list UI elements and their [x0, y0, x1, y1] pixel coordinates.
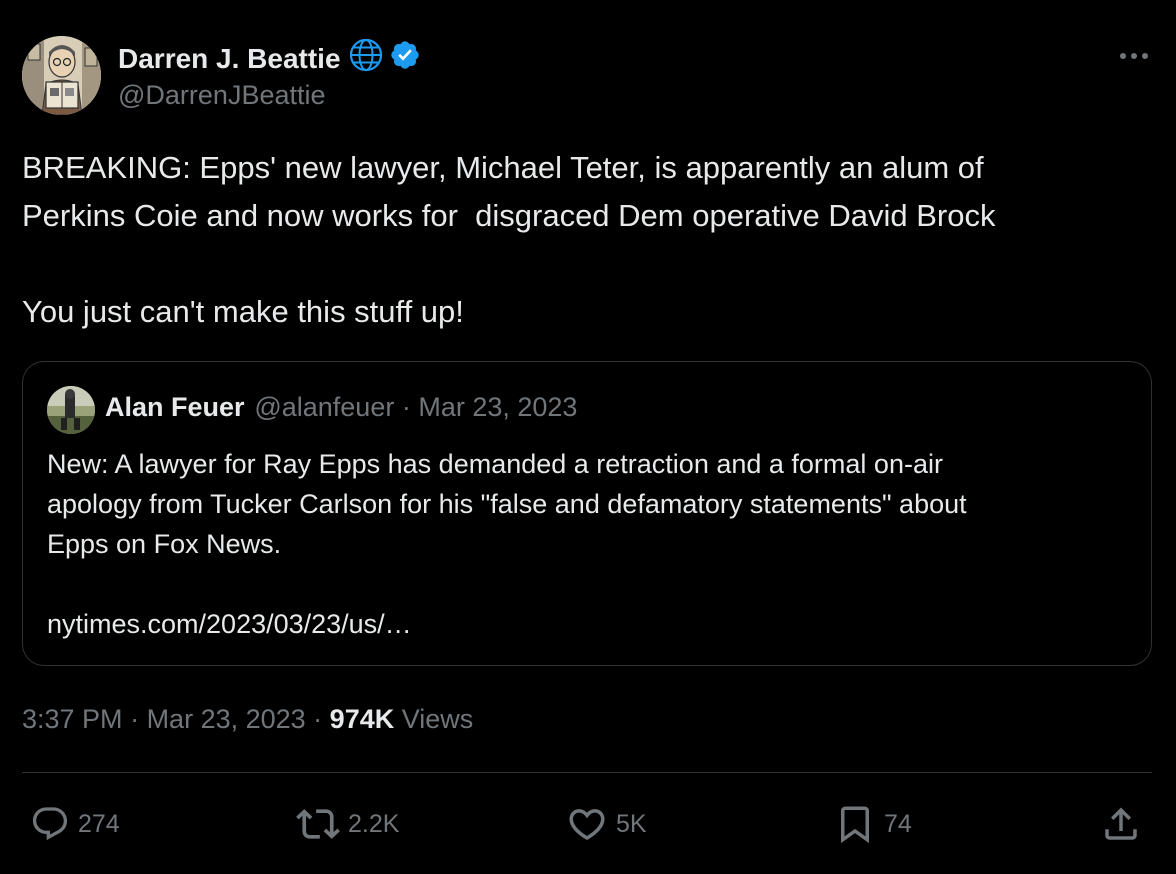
tweet-time[interactable]: 3:37 PM	[22, 704, 123, 734]
tweet-text: BREAKING: Epps' new lawyer, Michael Tete…	[22, 150, 996, 329]
author-handle[interactable]: @DarrenJBeattie	[118, 80, 326, 111]
reply-count: 274	[78, 809, 120, 838]
repost-icon	[296, 809, 340, 839]
globe-icon	[349, 38, 383, 79]
share-icon	[1105, 807, 1137, 840]
quoted-tweet-date[interactable]: Mar 23, 2023	[418, 392, 577, 422]
like-button[interactable]: 5K	[566, 796, 647, 852]
author-name[interactable]: Darren J. Beattie	[118, 43, 341, 75]
views-count: 974K	[329, 704, 395, 734]
timestamp-separator-2: ·	[305, 704, 330, 734]
quoted-tweet[interactable]: Alan Feuer @alanfeuer · Mar 23, 2023 New…	[22, 361, 1152, 666]
quoted-author-handle[interactable]: @alanfeuer	[252, 392, 394, 422]
bookmark-button[interactable]: 74	[834, 796, 912, 852]
quoted-author-avatar[interactable]	[47, 386, 95, 434]
bookmark-count: 74	[884, 809, 912, 838]
author-name-row[interactable]: Darren J. Beattie	[118, 38, 427, 79]
verified-badge-icon[interactable]	[389, 39, 421, 78]
timestamp-separator: ·	[122, 704, 147, 734]
quoted-author-name[interactable]: Alan Feuer	[105, 392, 245, 422]
quoted-avatar-photo	[47, 386, 95, 434]
more-options-button[interactable]	[1112, 38, 1156, 74]
avatar-illustration	[22, 36, 101, 115]
quoted-tweet-text: New: A lawyer for Ray Epps has demanded …	[47, 449, 967, 639]
author-avatar[interactable]	[22, 36, 101, 115]
quoted-tweet-header: Alan Feuer @alanfeuer · Mar 23, 2023	[105, 392, 577, 423]
repost-count: 2.2K	[348, 809, 400, 838]
actions-divider	[22, 772, 1152, 773]
like-count: 5K	[616, 809, 647, 838]
repost-button[interactable]: 2.2K	[296, 796, 399, 852]
more-horizontal-icon	[1120, 53, 1148, 59]
reply-icon	[32, 807, 68, 841]
reply-button[interactable]: 274	[30, 796, 120, 852]
tweet-date[interactable]: Mar 23, 2023	[147, 704, 306, 734]
views-label: Views	[394, 704, 474, 734]
bookmark-icon	[841, 806, 869, 844]
share-button[interactable]	[1100, 796, 1142, 852]
tweet-actions-bar: 274 2.2K 5K 74	[0, 796, 1176, 852]
quoted-separator: ·	[394, 392, 419, 422]
tweet-timestamp-row: 3:37 PM · Mar 23, 2023 · 974K Views	[22, 704, 473, 735]
heart-icon	[569, 809, 605, 841]
